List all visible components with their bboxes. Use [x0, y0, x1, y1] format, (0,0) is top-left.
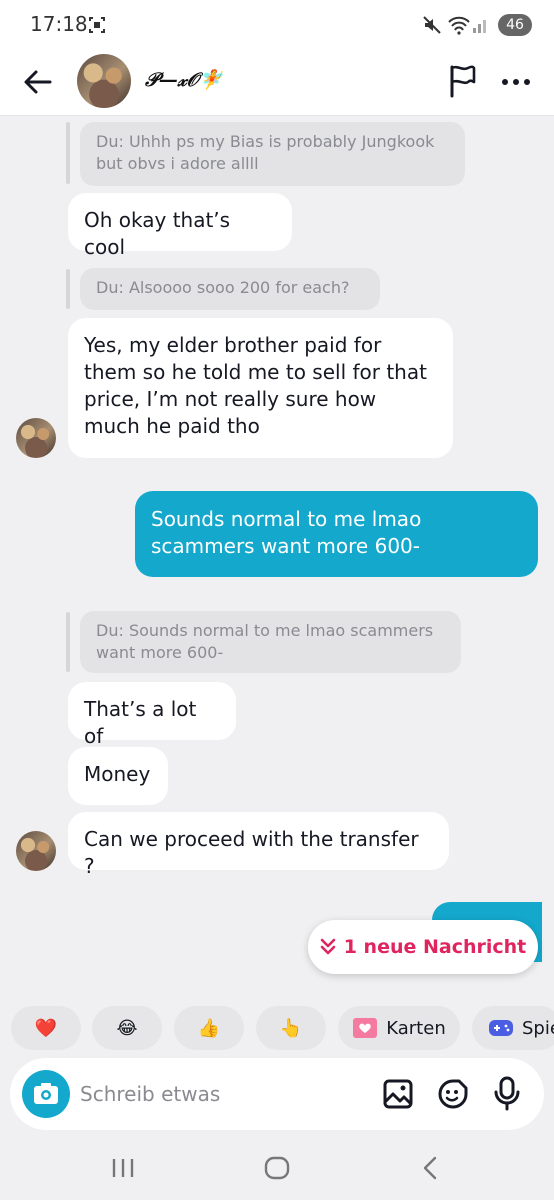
cards-icon — [353, 1018, 378, 1038]
game-controller-icon — [489, 1020, 513, 1036]
camera-button[interactable] — [22, 1070, 70, 1118]
signal-icon — [473, 20, 486, 33]
quote-bar — [66, 269, 70, 309]
composer-bar — [0, 1058, 554, 1134]
incoming-message[interactable]: Money — [68, 747, 168, 805]
status-time: 17:18 — [30, 12, 88, 36]
screenshot-icon — [89, 17, 105, 33]
new-message-label: 1 neue Nachricht — [343, 936, 527, 958]
contact-name[interactable]: 𝒫—𝓍𝒪🧚 — [145, 68, 222, 91]
more-options-icon[interactable] — [500, 72, 532, 92]
heart-emoji-icon: ❤️ — [34, 1017, 58, 1039]
incoming-message[interactable]: Oh okay that’s cool — [68, 193, 292, 259]
pointing-emoji-icon: 👆 — [279, 1017, 303, 1039]
incoming-message[interactable]: Can we proceed with the transfer ? — [68, 812, 449, 878]
microphone-icon[interactable] — [492, 1076, 522, 1112]
quick-reply-bar: ❤️ 😂 👍 👆 Karten Spie — [0, 1006, 554, 1050]
thumbs-up-emoji-icon: 👍 — [197, 1017, 221, 1039]
incoming-message[interactable]: Yes, my elder brother paid for them so h… — [68, 318, 453, 458]
quote-bar — [66, 612, 70, 672]
laugh-reply-chip[interactable]: 😂 — [92, 1006, 162, 1050]
message-list[interactable]: Du: Uhhh ps my Bias is probably Jungkook… — [0, 117, 554, 997]
quote-bar — [66, 122, 70, 184]
quoted-message[interactable]: Du: Alsoooo sooo 200 for each? — [80, 268, 380, 310]
games-label: Spie — [522, 1017, 554, 1039]
recent-apps-icon[interactable] — [110, 1157, 136, 1179]
flag-icon[interactable] — [447, 64, 479, 98]
outgoing-message[interactable]: Sounds normal to me lmao scammers want m… — [135, 491, 538, 577]
new-message-button[interactable]: 1 neue Nachricht — [308, 920, 538, 974]
back-arrow-icon[interactable] — [20, 64, 56, 100]
quoted-message[interactable]: Du: Uhhh ps my Bias is probably Jungkook… — [80, 122, 465, 186]
camera-icon — [34, 1083, 58, 1104]
double-chevron-down-icon — [320, 938, 336, 955]
status-bar: 17:18 46 — [0, 0, 554, 50]
games-chip[interactable]: Spie — [472, 1006, 554, 1050]
cards-label: Karten — [386, 1017, 446, 1039]
home-icon[interactable] — [264, 1156, 290, 1180]
laughing-emoji-icon: 😂 — [116, 1017, 138, 1039]
contact-avatar[interactable] — [16, 418, 56, 458]
sticker-icon[interactable] — [436, 1077, 470, 1111]
wifi-icon — [448, 16, 470, 35]
incoming-message[interactable]: That’s a lot of — [68, 682, 236, 748]
system-navigation-bar — [0, 1140, 554, 1200]
message-input[interactable] — [80, 1078, 360, 1110]
image-gallery-icon[interactable] — [382, 1078, 414, 1110]
thumbs-up-reply-chip[interactable]: 👍 — [174, 1006, 244, 1050]
contact-avatar[interactable] — [77, 54, 131, 108]
composer-box — [10, 1058, 544, 1130]
chat-header: 𝒫—𝓍𝒪🧚 — [0, 50, 554, 116]
quoted-message[interactable]: Du: Sounds normal to me lmao scammers wa… — [80, 611, 461, 673]
cards-chip[interactable]: Karten — [338, 1006, 460, 1050]
back-nav-icon[interactable] — [420, 1156, 442, 1180]
contact-avatar[interactable] — [16, 831, 56, 871]
pointing-reply-chip[interactable]: 👆 — [256, 1006, 326, 1050]
battery-indicator: 46 — [498, 14, 532, 36]
mute-icon — [423, 16, 441, 34]
heart-reply-chip[interactable]: ❤️ — [11, 1006, 81, 1050]
